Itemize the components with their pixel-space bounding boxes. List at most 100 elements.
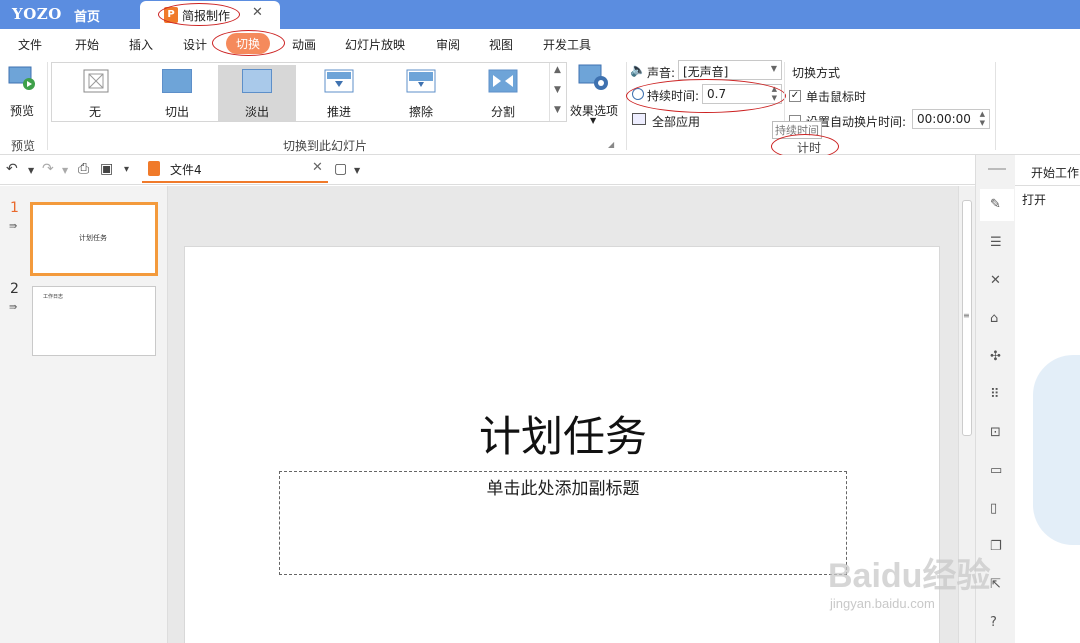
effect-options-button[interactable]: 效果选项 ▼	[568, 62, 622, 128]
transition-label: 擦除	[408, 105, 433, 119]
gallery-scrollbar[interactable]: ▲ ▼ ▼	[549, 63, 567, 121]
menu-design[interactable]: 设计	[183, 36, 207, 53]
duration-label: 持续时间:	[647, 89, 700, 103]
transition-fade[interactable]: 淡出	[218, 65, 296, 121]
push-transition-icon	[324, 69, 354, 93]
paint-brush-icon[interactable]: ⌂	[990, 311, 998, 326]
menu-view[interactable]: 视图	[489, 36, 513, 53]
effect-options-gear-icon	[578, 64, 608, 90]
pane-grip	[988, 168, 1006, 170]
decorative-illustration	[1033, 355, 1080, 545]
transition-none[interactable]: 无	[56, 65, 134, 121]
apply-all-button[interactable]: 全部应用	[652, 113, 700, 130]
preview-play-icon	[8, 66, 35, 90]
slide-thumbnail-panel: 1 ⇛ 计划任务 2 ⇛ 工作日志	[0, 186, 168, 643]
transition-wipe[interactable]: 擦除	[382, 65, 460, 121]
menu-home[interactable]: 开始	[75, 36, 99, 53]
transition-cut[interactable]: 切出	[138, 65, 216, 121]
divider	[1015, 185, 1080, 186]
dialog-launcher-icon[interactable]: ◢	[608, 140, 614, 149]
fade-transition-icon	[242, 69, 272, 93]
preview-button[interactable]: 预览	[4, 62, 42, 122]
apply-all-icon	[632, 113, 646, 125]
pinwheel-icon[interactable]: ✣	[990, 349, 1001, 364]
slide-canvas[interactable]: 计划任务 单击此处添加副标题	[184, 246, 940, 643]
transition-push[interactable]: 推进	[300, 65, 378, 121]
open-link[interactable]: 打开	[1022, 191, 1046, 208]
new-document-icon[interactable]: ▢	[334, 161, 347, 177]
menu-slideshow[interactable]: 幻灯片放映	[345, 36, 405, 53]
stepper-down-icon[interactable]: ▼	[980, 119, 985, 127]
transition-label: 淡出	[244, 105, 269, 119]
slide-thumbnail-2[interactable]: 工作日志	[32, 286, 156, 356]
document-tab-file4[interactable]: 文件4 ✕	[142, 157, 328, 183]
auto-time-value: 00:00:00	[917, 112, 971, 126]
document-tab-presentation[interactable]: P 简报制作 ✕	[140, 1, 280, 29]
menu-bar: 文件 开始 插入 设计 切换 动画 幻灯片放映 审阅 视图 开发工具	[0, 29, 1080, 58]
save-icon[interactable]: ▣	[100, 161, 113, 177]
menu-developer[interactable]: 开发工具	[543, 36, 591, 53]
document-tab-label: 简报制作	[182, 9, 231, 23]
apps-grid-icon[interactable]: ⠿	[990, 387, 1000, 402]
menu-insert[interactable]: 插入	[129, 36, 153, 53]
document-icon[interactable]: ▯	[990, 501, 997, 516]
stepper-up-icon[interactable]: ▲	[772, 85, 777, 93]
close-tab-icon[interactable]: ✕	[252, 5, 263, 20]
presentation-file-icon	[148, 161, 160, 176]
scroll-down-icon[interactable]: ▼	[554, 85, 561, 95]
auto-advance-time-input[interactable]: 00:00:00 ▲ ▼	[912, 109, 990, 129]
preview-label: 预览	[10, 104, 35, 118]
thumbnail-title: 计划任务	[79, 234, 107, 242]
print-preview-icon[interactable]: ⎙	[78, 161, 89, 177]
wipe-transition-icon	[406, 69, 436, 93]
chevron-down-icon[interactable]: ▼	[28, 166, 34, 175]
scroll-up-icon[interactable]: ▲	[554, 65, 561, 75]
duration-input[interactable]: 0.7 ▲ ▼	[702, 84, 782, 104]
customize-toolbar-icon[interactable]: ▾	[124, 164, 129, 175]
chevron-down-icon[interactable]: ▼	[354, 166, 360, 175]
subtitle-placeholder-box[interactable]: 单击此处添加副标题	[279, 471, 847, 575]
transition-label: 推进	[326, 105, 351, 119]
chevron-down-icon: ▼	[590, 116, 597, 125]
adjust-sliders-icon[interactable]: ☰	[990, 235, 1002, 250]
document-tab-label: 文件4	[170, 163, 202, 177]
home-tab[interactable]: 首页	[74, 6, 100, 25]
transition-label: 切出	[164, 105, 189, 119]
edit-pencil-icon[interactable]: ✎	[990, 197, 1001, 212]
presentation-file-icon: P	[164, 7, 178, 23]
stepper-down-icon[interactable]: ▼	[772, 94, 777, 102]
sound-label: 声音:	[647, 66, 676, 80]
baidu-watermark: Baidu经验	[828, 557, 991, 595]
slide-thumbnail-1[interactable]: 计划任务	[30, 202, 158, 276]
slide-title[interactable]: 计划任务	[185, 403, 941, 464]
tools-icon[interactable]: ✕	[990, 273, 1001, 288]
menu-review[interactable]: 审阅	[436, 36, 460, 53]
undo-icon[interactable]: ↶	[6, 161, 18, 177]
subtitle-placeholder: 单击此处添加副标题	[486, 479, 640, 499]
on-click-checkbox[interactable]: ✓	[789, 90, 801, 102]
chevron-down-icon: ▼	[770, 64, 777, 73]
menu-file[interactable]: 文件	[18, 36, 42, 53]
menu-transitions[interactable]: 切换	[226, 33, 271, 54]
gallery-group-label: 切换到此幻灯片	[283, 139, 368, 153]
copy-icon[interactable]: ❐	[990, 539, 1002, 554]
duration-value: 0.7	[707, 87, 727, 101]
transition-label: 分割	[490, 105, 515, 119]
redo-icon[interactable]: ↷	[42, 161, 54, 177]
baidu-watermark-url: jingyan.baidu.com	[830, 596, 935, 611]
comment-icon[interactable]: ▭	[990, 463, 1002, 478]
clock-icon	[632, 88, 644, 100]
help-icon[interactable]: ?	[990, 615, 997, 630]
chevron-down-icon[interactable]: ▼	[62, 166, 68, 175]
transition-split[interactable]: 分割	[464, 65, 542, 121]
task-pane-title: 开始工作	[1031, 166, 1080, 180]
crop-icon[interactable]: ⊡	[990, 425, 1001, 440]
close-tab-icon[interactable]: ✕	[312, 160, 323, 175]
gallery-expand-icon[interactable]: ▼	[554, 105, 561, 115]
transition-label: 无	[88, 105, 101, 119]
sound-select[interactable]: [无声音] ▼	[678, 60, 782, 80]
stepper-up-icon[interactable]: ▲	[980, 110, 985, 118]
menu-animations[interactable]: 动画	[292, 36, 316, 53]
export-icon[interactable]: ⇱	[990, 577, 1001, 592]
tooltip-duration: 持续时间	[772, 121, 822, 139]
